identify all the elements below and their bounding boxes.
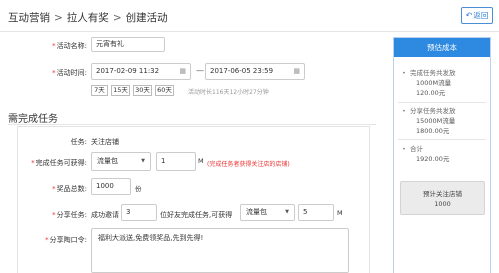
reward-unit: M bbox=[198, 157, 204, 165]
cost-panel-header: 预估成本 bbox=[394, 38, 490, 57]
cost-item-share: • 分享任务共发放 15000M流量 1800.00元 bbox=[402, 107, 456, 135]
reward-type-select[interactable]: 流量包 ▼ bbox=[91, 152, 151, 171]
section-divider bbox=[8, 124, 376, 125]
range-chip-7d[interactable]: 7天 bbox=[91, 85, 108, 96]
range-chip-15d[interactable]: 15天 bbox=[111, 85, 130, 96]
reward-label: *完成任务可获得: bbox=[31, 159, 87, 167]
chevron-down-icon: ▼ bbox=[141, 158, 145, 164]
start-date-input[interactable]: 2017-02-09 11:32 ▦ bbox=[91, 63, 191, 80]
back-button[interactable]: ↶返回 bbox=[461, 7, 493, 24]
total-label: *奖品总数: bbox=[52, 185, 87, 193]
date-range-separator: — bbox=[196, 66, 204, 75]
breadcrumb-separator: > bbox=[54, 12, 63, 24]
reward-type-value: 流量包 bbox=[97, 157, 118, 165]
share-count-input[interactable]: 3 bbox=[121, 204, 157, 221]
slogan-textarea[interactable]: 福利大派送,免费领奖品,先到先得! bbox=[91, 228, 349, 273]
range-chip-60d[interactable]: 60天 bbox=[155, 85, 174, 96]
start-date-value: 2017-02-09 11:32 bbox=[96, 67, 160, 75]
task-label: 任务: bbox=[70, 138, 87, 146]
activity-name-label: *活动名称: bbox=[52, 42, 87, 50]
share-type-value: 流量包 bbox=[246, 208, 267, 216]
activity-name-input[interactable]: 元宵有礼 bbox=[91, 37, 165, 52]
back-button-label: 返回 bbox=[473, 11, 489, 20]
breadcrumb-item-invite[interactable]: 拉人有奖 bbox=[67, 10, 109, 25]
cost-estimate-panel: 预估成本 • 完成任务共发放 1000M流量 120.00元 • 分享任务共发放… bbox=[393, 37, 491, 273]
calendar-icon[interactable]: ▦ bbox=[179, 64, 186, 79]
total-input[interactable]: 1000 bbox=[91, 178, 131, 195]
share-prefix: 成功邀请 bbox=[91, 211, 119, 219]
end-date-input[interactable]: 2017-06-05 23:59 ▦ bbox=[205, 63, 305, 80]
side-divider bbox=[398, 102, 486, 103]
reward-note: (完成任务者获得关注店的店铺) bbox=[207, 161, 290, 168]
slogan-label: *分享陶口令: bbox=[45, 236, 87, 244]
back-arrow-icon: ↶ bbox=[465, 11, 473, 20]
expected-followers-value: 1000 bbox=[434, 200, 451, 208]
share-middle-text: 位好友完成任务,可获得 bbox=[160, 211, 233, 219]
breadcrumb: 互动营销 > 拉人有奖 > 创建活动 bbox=[8, 10, 168, 25]
breadcrumb-item-create: 创建活动 bbox=[125, 12, 168, 24]
share-unit: M bbox=[337, 209, 343, 217]
expected-followers-button[interactable]: 预计关注店铺 1000 bbox=[400, 181, 485, 215]
side-divider bbox=[398, 139, 486, 140]
duration-hint: 活动时长116天12小时27分钟 bbox=[188, 89, 269, 96]
task-section-title: 需完成任务 bbox=[8, 114, 58, 125]
reward-amount-input[interactable]: 1 bbox=[156, 152, 196, 171]
range-chip-30d[interactable]: 30天 bbox=[133, 85, 152, 96]
task-value: 关注店铺 bbox=[91, 138, 119, 146]
calendar-icon[interactable]: ▦ bbox=[293, 64, 300, 79]
end-date-value: 2017-06-05 23:59 bbox=[210, 67, 274, 75]
expected-followers-label: 预计关注店铺 bbox=[423, 190, 462, 198]
share-type-select[interactable]: 流量包 ▼ bbox=[240, 204, 295, 221]
cost-item-total: • 合计 1920.00元 bbox=[402, 145, 450, 163]
breadcrumb-item-marketing[interactable]: 互动营销 bbox=[8, 10, 50, 25]
share-label: *分享任务: bbox=[52, 211, 87, 219]
cost-item-task: • 完成任务共发放 1000M流量 120.00元 bbox=[402, 69, 456, 97]
share-amount-input[interactable]: 5 bbox=[298, 204, 334, 221]
total-unit: 份 bbox=[135, 185, 142, 193]
top-bar: 互动营销 > 拉人有奖 > 创建活动 ↶返回 bbox=[0, 0, 499, 32]
activity-time-label: *活动时间: bbox=[52, 69, 87, 77]
chevron-down-icon: ▼ bbox=[285, 209, 289, 215]
breadcrumb-separator: > bbox=[112, 12, 122, 24]
